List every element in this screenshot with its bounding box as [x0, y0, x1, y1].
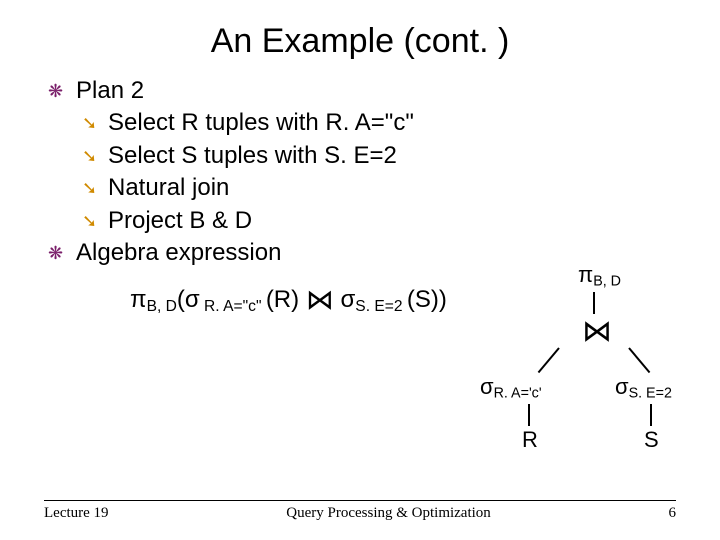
footer-left: Lecture 19 — [44, 505, 109, 522]
pi-subscript: B, D — [593, 274, 621, 290]
lparen: ( — [177, 286, 185, 313]
bullet-step1: ➘ Select R tuples with R. A="c" — [48, 107, 720, 139]
bullet-step3: ➘ Natural join — [48, 172, 720, 204]
slide-title: An Example (cont. ) — [0, 0, 720, 69]
bullet-plan: ❋ Plan 2 — [48, 75, 720, 107]
tree-join-icon: ⋈ — [582, 314, 612, 349]
sigma-symbol: σ — [185, 286, 200, 313]
tree-pi: πB, D — [578, 262, 621, 290]
tree-sigma-right: σS. E=2 — [615, 374, 672, 402]
bullet-text: Algebra expression — [76, 237, 281, 269]
sigma-symbol: σ — [340, 286, 355, 313]
bullet-text: Project B & D — [108, 205, 252, 237]
sigma-symbol: σ — [480, 374, 494, 399]
tree-edge — [628, 347, 650, 373]
join-icon: ⋈ — [306, 284, 334, 315]
arrow-se-icon: ➘ — [82, 107, 108, 139]
tree-edge — [538, 347, 560, 373]
R-part: (R) — [266, 286, 299, 313]
bullet-text: Natural join — [108, 172, 229, 204]
footer: Lecture 19 Query Processing & Optimizati… — [0, 500, 720, 522]
tree-edge — [650, 404, 652, 426]
pi-symbol: π — [578, 262, 593, 287]
tree-edge — [593, 292, 595, 314]
bullet-text: Select S tuples with S. E=2 — [108, 140, 397, 172]
tree-sigma-left: σR. A='c' — [480, 374, 542, 402]
sigma1-subscript: R. A="c" — [200, 298, 266, 315]
pi-subscript: B, D — [147, 298, 177, 315]
pi-symbol: π — [130, 286, 147, 313]
S-part: (S)) — [407, 286, 447, 313]
bullet-text: Plan 2 — [76, 75, 144, 107]
tree-S: S — [644, 427, 659, 453]
footer-rule — [44, 500, 676, 501]
bullet-step4: ➘ Project B & D — [48, 205, 720, 237]
arrow-se-icon: ➘ — [82, 205, 108, 237]
sigma-right-subscript: S. E=2 — [629, 386, 672, 402]
sigma-symbol: σ — [615, 374, 629, 399]
flower-icon: ❋ — [48, 75, 76, 107]
footer-center: Query Processing & Optimization — [286, 505, 491, 522]
footer-right: 6 — [669, 505, 677, 522]
arrow-se-icon: ➘ — [82, 140, 108, 172]
tree-edge — [528, 404, 530, 426]
bullet-step2: ➘ Select S tuples with S. E=2 — [48, 140, 720, 172]
slide: An Example (cont. ) ❋ Plan 2 ➘ Select R … — [0, 0, 720, 540]
sigma-left-subscript: R. A='c' — [494, 386, 542, 402]
query-tree: πB, D ⋈ σR. A='c' σS. E=2 R S — [460, 262, 690, 462]
tree-R: R — [522, 427, 538, 453]
arrow-se-icon: ➘ — [82, 172, 108, 204]
flower-icon: ❋ — [48, 237, 76, 269]
sigma2-subscript: S. E=2 — [355, 298, 407, 315]
bullet-text: Select R tuples with R. A="c" — [108, 107, 414, 139]
